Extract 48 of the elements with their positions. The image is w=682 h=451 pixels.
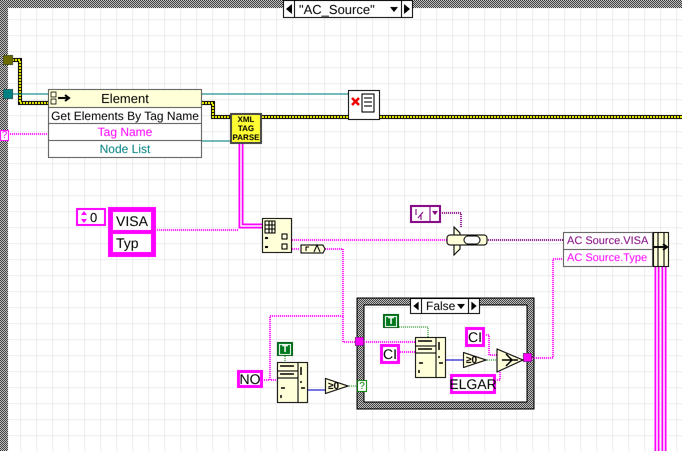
decrement-icon[interactable] [411,299,422,313]
decrement-icon[interactable] [284,1,295,17]
increment-decrement-icon[interactable] [80,210,88,224]
terminal-icon [3,55,13,65]
boolean-constant: T [277,342,293,356]
increment-icon[interactable] [468,299,479,313]
wire [8,133,48,135]
ring-constant-icon [410,205,441,223]
subvi-icon: XML TAG PARSE [230,113,262,144]
array-element: VISA [112,211,152,231]
select-function-icon [496,348,524,373]
wire [364,341,415,343]
close-reference-icon [348,90,380,120]
dropdown-icon[interactable] [389,5,399,13]
case-selector[interactable]: "AC_Source" [283,0,413,18]
regex-function-icon [415,337,446,378]
bundle-field: AC Source.Type [564,249,652,266]
bundle-field: AC Source.VISA [564,233,652,249]
bundle-by-name-icon [653,232,669,267]
dropdown-icon[interactable] [456,302,466,310]
wire [484,334,498,356]
tunnel-icon [523,353,532,362]
wire [292,248,300,250]
index-array-icon [262,218,292,253]
compare-function: ≥0 [463,352,487,368]
string-constant: CI [380,344,400,364]
string-constant: NO [237,370,263,388]
wire [202,140,230,142]
tunnel-icon [355,337,364,346]
case-selector[interactable]: False [410,298,480,314]
boolean-constant: T [383,314,399,328]
increment-icon[interactable] [401,1,412,17]
select-function-icon [446,225,490,257]
wire [398,351,415,353]
array-index[interactable]: 0 [76,208,106,226]
terminal-icon [3,89,13,99]
method-name: Get Elements By Tag Name [49,106,201,124]
regex-function-icon [277,362,308,403]
property-row: Node List [49,140,201,157]
case-convert-icon [300,244,326,254]
terminal: ? [0,130,9,141]
property-row: Tag Name [49,123,201,140]
string-constant: CI [465,327,485,347]
class-name: Element [49,90,201,107]
selector-terminal: ? [357,380,367,392]
wire [440,212,462,228]
array-element: Typ [112,233,152,253]
compare-function: ≥0 [325,378,349,394]
